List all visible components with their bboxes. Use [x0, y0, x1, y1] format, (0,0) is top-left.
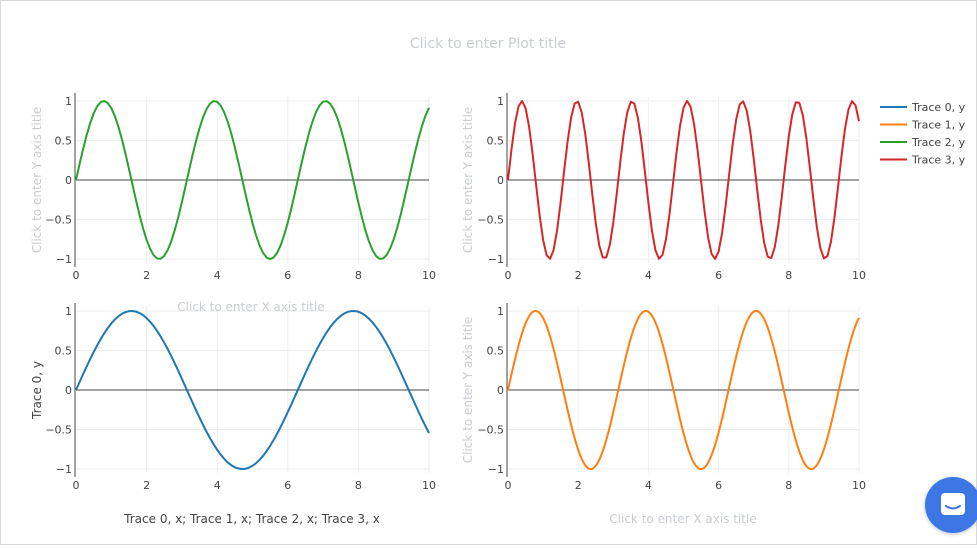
x-tick-label: 8	[355, 269, 362, 282]
legend-label[interactable]: Trace 1, y	[911, 119, 966, 132]
x-tick-label: 8	[785, 479, 792, 492]
y-tick-label: 1	[497, 305, 504, 318]
y-tick-label: 1	[65, 305, 72, 318]
x-tick-label: 4	[645, 269, 652, 282]
x-tick-label: 0	[73, 269, 80, 282]
y-tick-label: −1	[488, 253, 504, 266]
x-tick-label: 6	[715, 479, 722, 492]
x-tick-label: 10	[852, 269, 866, 282]
legend[interactable]: Trace 0, y Trace 1, y Trace 2, y Trace 3, y	[880, 101, 966, 167]
x-tick-label: 8	[785, 269, 792, 282]
y-axis-title-bottom-right[interactable]: Click to enter Y axis title	[461, 317, 475, 464]
legend-label[interactable]: Trace 3, y	[911, 154, 966, 167]
x-tick-label: 10	[422, 269, 436, 282]
subplot-figure: Click to enter Plot title 0 2 4 6 8 10−1−0.50…	[30, 36, 966, 526]
x-tick-label: 4	[645, 479, 652, 492]
x-tick-label: 6	[284, 269, 291, 282]
subplot-top-left: 0 2 4 6 8 10 −1 −0.5 0 0.5 1	[45, 93, 436, 282]
y-tick-label: 0	[65, 384, 72, 397]
x-tick-label: 2	[143, 479, 150, 492]
y-tick-label: −0.5	[477, 214, 504, 227]
x-tick-label: 2	[575, 479, 582, 492]
y-tick-label: 0	[497, 384, 504, 397]
y-tick-label: 0.5	[487, 134, 505, 147]
y-axis-title-bottom-left[interactable]: Trace 0, y	[30, 361, 44, 420]
x-tick-label: 0	[73, 479, 80, 492]
x-axis-title-bottom-right[interactable]: Click to enter X axis title	[609, 512, 756, 526]
x-tick-label: 10	[852, 479, 866, 492]
x-tick-label: 0	[505, 479, 512, 492]
subplot-bottom-left: 0 2 4 6 8 10 −1 −0.5 0 0.5 1	[45, 303, 436, 492]
y-tick-label: 0.5	[55, 344, 73, 357]
chat-bubble-icon	[941, 493, 965, 515]
x-tick-label: 4	[214, 479, 221, 492]
x-tick-label: 4	[214, 269, 221, 282]
y-tick-label: 0	[65, 174, 72, 187]
y-axis-title-top-left[interactable]: Click to enter Y axis title	[30, 107, 44, 254]
legend-label[interactable]: Trace 0, y	[911, 101, 966, 114]
x-tick-label: 8	[355, 479, 362, 492]
x-axis-title-top-left[interactable]: Click to enter X axis title	[177, 300, 324, 314]
x-axis-title-bottom-left[interactable]: Trace 0, x; Trace 1, x; Trace 2, x; Trac…	[123, 512, 380, 526]
y-tick-label: 0	[497, 174, 504, 187]
y-tick-label: −0.5	[45, 424, 72, 437]
plot-editor-frame: Click to enter Plot title 0 2 4 6 8 10 −1 −0.5 0…	[0, 0, 977, 545]
x-tick-label: 2	[575, 269, 582, 282]
y-tick-label: 1	[65, 95, 72, 108]
y-tick-label: −1	[56, 253, 72, 266]
chat-button[interactable]	[925, 477, 977, 533]
x-tick-label: 6	[284, 479, 291, 492]
x-tick-label: 2	[143, 269, 150, 282]
subplot-top-right: 0 2 4 6 8 10 −1 −0.5 0 0.5 1	[477, 93, 866, 282]
y-tick-label: 0.5	[55, 134, 73, 147]
y-tick-label: −0.5	[477, 424, 504, 437]
y-tick-label: −1	[488, 463, 504, 476]
x-tick-label: 0	[505, 269, 512, 282]
y-tick-label: 0.5	[487, 344, 505, 357]
plot-title[interactable]: Click to enter Plot title	[410, 36, 566, 52]
y-axis-title-top-right[interactable]: Click to enter Y axis title	[461, 107, 475, 254]
x-tick-label: 6	[715, 269, 722, 282]
y-tick-label: 1	[497, 95, 504, 108]
y-tick-label: −0.5	[45, 214, 72, 227]
x-tick-label: 10	[422, 479, 436, 492]
subplot-bottom-right: 0 2 4 6 8 10 −1 −0.5 0 0.5 1	[477, 303, 866, 492]
legend-label[interactable]: Trace 2, y	[911, 136, 966, 149]
y-tick-label: −1	[56, 463, 72, 476]
